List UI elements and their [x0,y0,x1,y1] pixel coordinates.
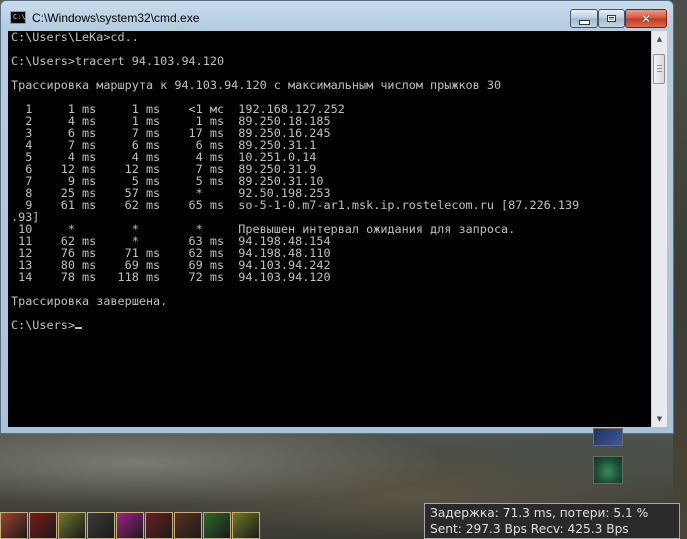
cmd-window[interactable]: C:\ C:\Windows\system32\cmd.exe ✕ C:\Use… [0,0,674,434]
console-line: Трассировка завершена. [11,294,168,308]
console-line: 14 78 ms 118 ms 72 ms 94.103.94.120 [11,270,331,284]
command-prompt[interactable]: C:\Users> [11,318,75,332]
bow-icon[interactable] [174,512,202,539]
console-text: C:\Users\LeKa>cd.. C:\Users>tracert 94.1… [11,31,579,331]
magic-icon[interactable] [116,512,144,539]
minimize-icon [578,19,590,25]
console-line: C:\Users\LeKa>cd.. [11,31,139,44]
latency-loss-text: Задержка: 71.3 ms, потери: 5.1 % [430,506,649,520]
traffic-text: Sent: 297.3 Bps Recv: 425.3 Bps [430,522,629,536]
network-stats-panel: Задержка: 71.3 ms, потери: 5.1 % Sent: 2… [424,503,680,539]
console-line: C:\Users>tracert 94.103.94.120 [11,54,225,68]
close-icon: ✕ [640,11,652,26]
maximize-button[interactable] [598,9,625,28]
console-output[interactable]: C:\Users\LeKa>cd.. C:\Users>tracert 94.1… [8,31,651,427]
nature-icon[interactable] [203,512,231,539]
scroll-up-arrow-icon[interactable]: ▲ [652,31,667,47]
vertical-scrollbar[interactable]: ▲ ▼ [651,31,667,427]
scroll-icon[interactable] [0,512,28,539]
title-bar[interactable]: C:\ C:\Windows\system32\cmd.exe ✕ [1,1,673,31]
skeleton-icon[interactable] [87,512,115,539]
sword-icon[interactable] [29,512,57,539]
spear-icon[interactable] [58,512,86,539]
console-icon[interactable]: C:\ [10,11,26,24]
scroll-thumb[interactable] [653,54,665,84]
skill-hotbar [0,512,261,539]
close-button[interactable]: ✕ [625,9,667,28]
axe-icon[interactable] [145,512,173,539]
maximize-icon [607,15,616,22]
console-line: 9 61 ms 62 ms 65 ms so-5-1-0.m7-ar1.msk.… [11,198,580,212]
game-background-edge [673,0,687,539]
game-mount-icon[interactable] [593,456,623,484]
window-title: C:\Windows\system32\cmd.exe [32,11,200,25]
text-cursor [74,327,82,329]
staff-icon[interactable] [232,512,260,539]
minimize-button[interactable] [570,9,598,28]
game-map-icon[interactable] [593,428,623,446]
console-line: Трассировка маршрута к 94.103.94.120 с м… [11,78,502,92]
scroll-down-arrow-icon[interactable]: ▼ [652,411,667,427]
